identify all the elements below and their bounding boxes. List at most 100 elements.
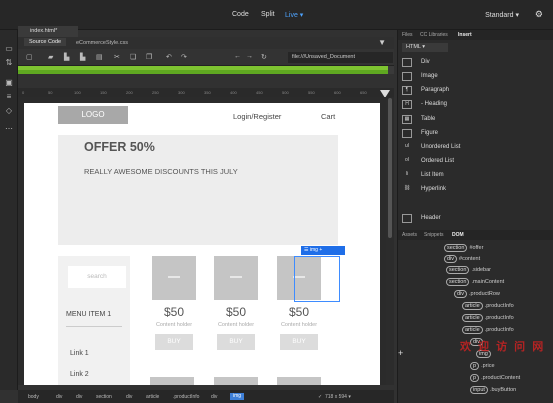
save-icon[interactable]: ▙ [64,53,69,61]
live-view-button[interactable]: Live ▾ [285,11,303,19]
dom-node[interactable]: section .sidebar [446,266,491,274]
tag-selector-img[interactable]: img [230,393,245,400]
cut-icon[interactable]: ✂ [114,53,120,61]
sidebar-link[interactable]: Link 1 [70,350,89,357]
product-price: $50 [288,305,310,319]
dom-node[interactable]: p .price [470,362,495,370]
tab-insert[interactable]: Insert [458,32,472,38]
sidebar-link[interactable]: Link 2 [70,371,89,378]
product-image[interactable] [214,256,258,300]
element-display-badge[interactable]: ☰ img + [301,246,345,255]
buy-button[interactable]: BUY [155,334,193,350]
dom-node[interactable]: div #content [444,255,480,263]
document-tab[interactable]: index.html* [18,26,78,37]
tag-selector-article[interactable]: article [146,394,159,400]
dom-node[interactable]: p .productContent [470,374,520,382]
copy-icon[interactable]: ❏ [130,53,136,61]
product-caption: Content holder [217,322,255,328]
tag-selector-body[interactable]: body [28,394,39,400]
insert-item-figure[interactable]: Figure [402,127,542,140]
tag-selector-div[interactable]: div [56,394,62,400]
product-image[interactable] [152,256,196,300]
file-icon[interactable]: ▭ [4,44,14,53]
filter-icon[interactable]: ▼ [378,38,386,47]
insert-item-ul[interactable]: ul Unordered List [402,141,542,154]
tag-selector-div[interactable]: div [126,394,132,400]
tag-selector-div[interactable]: div [211,394,217,400]
open-icon[interactable]: ▰ [48,53,53,61]
dom-node[interactable]: section .mainContent [446,278,504,286]
undo-icon[interactable]: ↶ [166,53,172,61]
back-icon[interactable]: ← [234,53,241,60]
insert-item-paragraph[interactable]: ¶ Paragraph [402,84,542,97]
search-box[interactable]: search [68,266,126,288]
insert-item-label: List Item [421,172,444,178]
address-field[interactable]: file:///Unsaved_Document [288,52,393,63]
panel-tabs: Files CC Libraries Insert [398,30,553,40]
media-query-max[interactable] [18,70,388,74]
dom-node-label: .sidebar [471,267,492,273]
scrollbar-thumb[interactable] [388,98,392,238]
buy-button[interactable]: BUY [217,334,255,350]
product-price: $50 [225,305,247,319]
new-page-icon[interactable]: ▢ [26,53,33,61]
split-view-button[interactable]: Split [261,11,275,18]
insert-item-div[interactable]: Div [402,56,542,69]
inspect-icon[interactable]: ▣ [4,78,14,87]
window-size-dropdown[interactable]: ✓ 718 x 594 ▾ [318,394,351,400]
tab-snippets[interactable]: Snippets [424,232,443,238]
insert-item-image[interactable]: Image [402,70,542,83]
snippet-icon[interactable]: ◇ [4,106,14,115]
insert-item-heading[interactable]: H - Heading [402,98,542,111]
tag-selector-section[interactable]: section [96,394,112,400]
dom-node[interactable]: div .productRow [454,290,500,298]
dom-tag: section [446,278,470,286]
window-size-label: 718 x 594 ▾ [324,394,351,400]
cart-link[interactable]: Cart [321,112,335,121]
ruler-tick: 350 [204,90,211,95]
insert-item-header[interactable]: Header [402,212,542,225]
insert-item-label: Div [421,59,430,65]
paste-icon[interactable]: ❐ [146,53,152,61]
insert-item-table[interactable]: ▦ Table [402,113,542,126]
buy-button[interactable]: BUY [280,334,318,350]
more-icon[interactable]: ⋯ [4,124,14,133]
page-logo[interactable]: LOGO [58,106,128,124]
print-icon[interactable]: ▤ [96,53,103,61]
forward-icon[interactable]: → [246,53,253,60]
menu-item[interactable]: MENU ITEM 1 [66,311,111,318]
tool-strip: ▭ ⇅ ▣ ≡ ◇ ⋯ [0,30,18,390]
css-file-tab[interactable]: eCommerceStyle.css [76,40,128,46]
page-preview: LOGO Login/Register Cart OFFER 50% REALL… [24,103,380,385]
dom-node[interactable]: article .productInfo [462,314,514,322]
source-code-tab[interactable]: Source Code [24,38,67,46]
insert-category-dropdown[interactable]: HTML ▾ [402,43,448,52]
dom-node[interactable]: article .productInfo [462,302,514,310]
tab-files[interactable]: Files [402,32,413,38]
dom-node[interactable]: article .productInfo [462,326,514,334]
insert-item-li[interactable]: li List Item [402,169,542,182]
insert-item-ol[interactable]: ol Ordered List [402,155,542,168]
login-link[interactable]: Login/Register [233,112,281,121]
code-view-button[interactable]: Code [232,11,249,18]
tab-assets[interactable]: Assets [402,232,417,238]
tab-dom[interactable]: DOM [452,232,464,238]
table-icon: ▦ [402,115,412,124]
redo-icon[interactable]: ↷ [181,53,187,61]
tab-cc-libraries[interactable]: CC Libraries [420,32,448,38]
dom-node[interactable]: section #offer [444,244,483,252]
dom-tag: input [470,386,488,394]
tag-selector-productinfo[interactable]: .productInfo [173,394,199,400]
insert-item-hyperlink[interactable]: ⛓ Hyperlink [402,183,542,196]
sort-icon[interactable]: ⇅ [4,58,14,67]
media-query-bar[interactable] [18,66,394,74]
gear-icon[interactable]: ⚙ [535,9,543,20]
tag-selector-div[interactable]: div [76,394,82,400]
save-all-icon[interactable]: ▙ [80,53,85,61]
ruler-tick: 150 [100,90,107,95]
workspace-switcher[interactable]: Standard ▾ [485,11,519,19]
format-icon[interactable]: ≡ [4,92,14,101]
dom-node[interactable]: input .buyButton [470,386,516,394]
refresh-icon[interactable]: ↻ [261,53,267,61]
add-element-icon[interactable]: + [398,348,403,358]
